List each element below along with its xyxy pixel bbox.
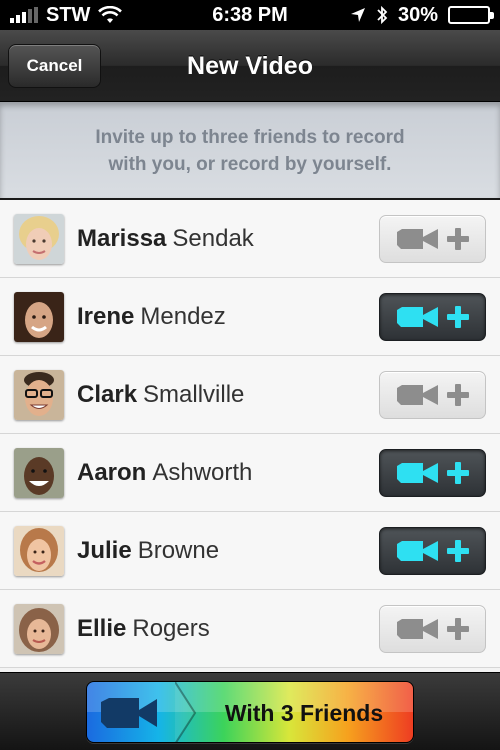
video-camera-icon <box>396 306 438 327</box>
video-camera-icon <box>396 228 438 249</box>
avatar <box>14 525 64 576</box>
battery-percent: 30% <box>397 3 438 26</box>
add-friend-toggle[interactable] <box>379 448 486 497</box>
location-arrow-icon <box>350 8 365 22</box>
record-with-friends-button[interactable]: With 3 Friends <box>86 681 414 743</box>
carrier-name: STW <box>46 3 91 26</box>
avatar <box>14 213 64 264</box>
friend-row: Ellie Rogers <box>0 590 500 668</box>
friend-row: Aaron Ashworth <box>0 434 500 512</box>
add-friend-toggle[interactable] <box>379 526 486 575</box>
navigation-bar: New Video Cancel <box>0 30 500 102</box>
avatar <box>14 603 64 654</box>
invite-message-line-2: with you, or record by yourself. <box>108 154 392 175</box>
add-friend-toggle[interactable] <box>379 292 486 341</box>
status-bar: STW 6:38 PM 30% <box>0 0 500 30</box>
signal-strength-icon <box>10 7 38 23</box>
plus-icon <box>446 305 469 328</box>
add-friend-toggle[interactable] <box>379 604 486 653</box>
friend-name: Aaron Ashworth <box>77 458 253 486</box>
invite-message: Invite up to three friends to record wit… <box>0 102 500 198</box>
video-camera-icon <box>396 384 438 405</box>
plus-icon <box>446 383 469 406</box>
add-friend-toggle[interactable] <box>379 214 486 263</box>
bluetooth-icon <box>377 5 388 25</box>
friend-row: Julie Browne <box>0 512 500 590</box>
avatar <box>14 447 64 498</box>
video-camera-icon <box>101 698 157 728</box>
plus-icon <box>446 617 469 640</box>
friend-row: Irene Mendez <box>0 278 500 356</box>
battery-icon <box>448 6 494 24</box>
friend-name: Clark Smallville <box>77 380 245 408</box>
friend-name: Ellie Rogers <box>77 614 210 642</box>
cancel-button[interactable]: Cancel <box>8 44 101 88</box>
video-camera-icon <box>396 618 438 639</box>
chevron-right-icon <box>175 682 197 742</box>
friend-name: Irene Mendez <box>77 302 226 330</box>
plus-icon <box>446 539 469 562</box>
friend-name: Julie Browne <box>77 536 220 564</box>
bottom-toolbar: With 3 Friends <box>0 672 500 750</box>
friend-list: Marissa Sendak Irene Mendez Clark Smallvill… <box>0 200 500 672</box>
add-friend-toggle[interactable] <box>379 370 486 419</box>
invite-message-line-1: Invite up to three friends to record <box>95 127 405 148</box>
plus-icon <box>446 227 469 250</box>
avatar <box>14 369 64 420</box>
wifi-icon <box>98 6 123 23</box>
video-camera-icon <box>396 540 438 561</box>
plus-icon <box>446 461 469 484</box>
friend-row: Clark Smallville <box>0 356 500 434</box>
avatar <box>14 291 64 342</box>
record-button-label: With 3 Friends <box>224 700 384 726</box>
friend-name: Marissa Sendak <box>77 224 254 252</box>
video-camera-icon <box>396 462 438 483</box>
friend-row: Marissa Sendak <box>0 200 500 278</box>
